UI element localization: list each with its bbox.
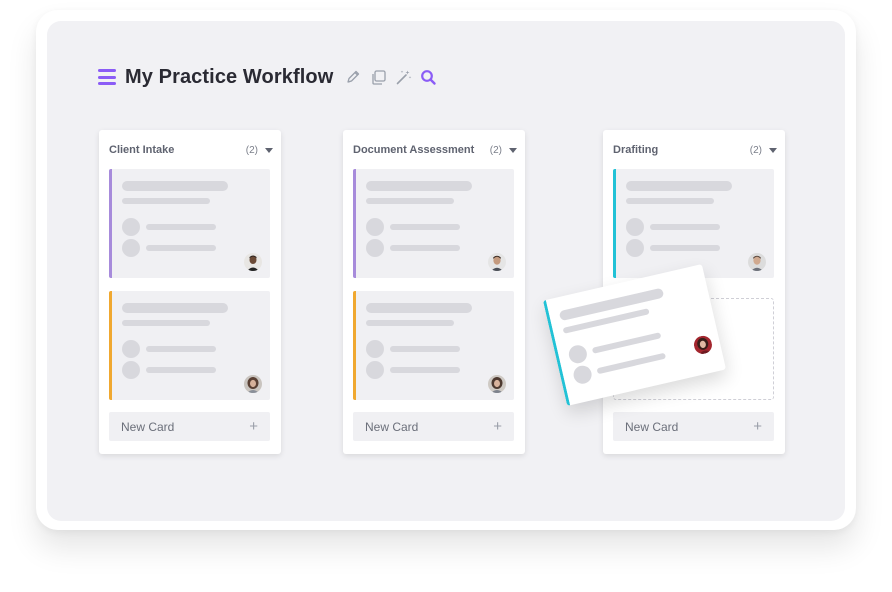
task-card[interactable] xyxy=(353,169,514,278)
hamburger-menu-icon[interactable] xyxy=(98,69,116,85)
new-card-label: New Card xyxy=(625,419,679,434)
column-document-assessment: Document Assessment (2) New Card + xyxy=(343,130,525,454)
caret-down-icon xyxy=(509,147,517,153)
new-card-label: New Card xyxy=(121,419,175,434)
avatar xyxy=(488,253,506,271)
new-card-label: New Card xyxy=(365,419,419,434)
column-count-dropdown[interactable]: (2) xyxy=(750,145,777,156)
task-card[interactable] xyxy=(353,291,514,400)
plus-icon: + xyxy=(493,418,502,435)
plus-icon: + xyxy=(753,418,762,435)
caret-down-icon xyxy=(265,147,273,153)
column-header: Document Assessment (2) xyxy=(353,143,517,157)
avatar xyxy=(244,253,262,271)
copy-icon[interactable] xyxy=(368,67,388,87)
card-count: (2) xyxy=(489,144,502,156)
avatar xyxy=(748,253,766,271)
column-title: Document Assessment xyxy=(353,144,475,156)
magic-wand-icon[interactable] xyxy=(393,67,413,87)
column-header: Client Intake (2) xyxy=(109,143,273,157)
plus-icon: + xyxy=(249,418,258,435)
column-client-intake: Client Intake (2) New Card + xyxy=(99,130,281,454)
column-count-dropdown[interactable]: (2) xyxy=(490,145,517,156)
column-header: Drafiting (2) xyxy=(613,143,777,157)
pencil-icon[interactable] xyxy=(343,67,363,87)
task-card[interactable] xyxy=(109,291,270,400)
page-title: My Practice Workflow xyxy=(125,65,334,88)
avatar xyxy=(488,375,506,393)
avatar xyxy=(692,334,714,356)
card-count: (2) xyxy=(245,144,258,156)
column-title: Client Intake xyxy=(109,144,175,156)
column-count-dropdown[interactable]: (2) xyxy=(246,145,273,156)
column-title: Drafiting xyxy=(613,144,659,156)
new-card-button[interactable]: New Card + xyxy=(613,412,774,441)
task-card[interactable] xyxy=(613,169,774,278)
task-card[interactable] xyxy=(109,169,270,278)
new-card-button[interactable]: New Card + xyxy=(353,412,514,441)
avatar xyxy=(244,375,262,393)
search-icon[interactable] xyxy=(418,67,438,87)
card-count: (2) xyxy=(749,144,762,156)
board-header: My Practice Workflow xyxy=(98,64,443,90)
new-card-button[interactable]: New Card + xyxy=(109,412,270,441)
caret-down-icon xyxy=(769,147,777,153)
